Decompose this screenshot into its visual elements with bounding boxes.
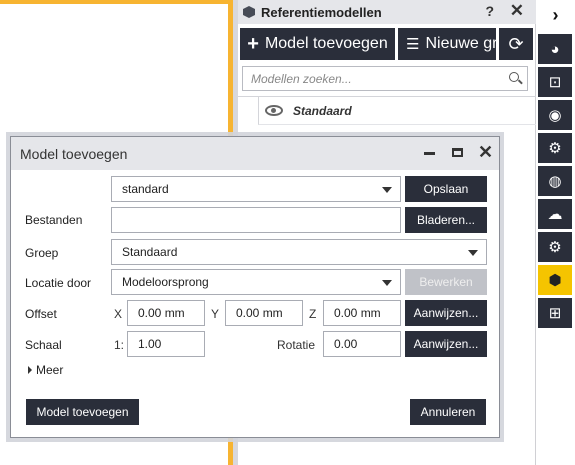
close-panel-icon[interactable]: ✕ bbox=[510, 1, 524, 21]
reference-model-cube-icon bbox=[243, 6, 255, 18]
chevron-down-icon bbox=[468, 250, 478, 256]
plus-icon: + bbox=[247, 32, 259, 55]
dialog-title: Model toevoegen bbox=[20, 146, 128, 162]
close-dialog-icon[interactable]: ✕ bbox=[478, 142, 493, 163]
toolbar-visibility-button[interactable]: ◉ bbox=[538, 100, 572, 130]
new-group-button[interactable]: ☰ Nieuwe gr bbox=[398, 28, 496, 60]
files-input[interactable] bbox=[111, 207, 401, 233]
browse-button[interactable]: Bladeren... bbox=[405, 207, 487, 233]
scale-input[interactable]: 1.00 bbox=[127, 331, 205, 357]
help-icon[interactable]: ? bbox=[485, 3, 494, 19]
group-value: Standaard bbox=[122, 245, 178, 259]
toolbar-cloud-button[interactable]: ☁ bbox=[538, 199, 572, 229]
preset-value: standard bbox=[122, 182, 169, 196]
settings-gear-icon: ⚙ bbox=[548, 239, 562, 256]
offset-label: Offset bbox=[25, 307, 57, 321]
offset-y-value: 0.00 mm bbox=[236, 306, 283, 320]
toolbar-selection-frame-button[interactable]: ⊡ bbox=[538, 67, 572, 97]
add-model-button[interactable]: + Model toevoegen bbox=[240, 28, 395, 60]
group-label: Groep bbox=[25, 246, 59, 260]
toolbar-globe-button[interactable]: ◍ bbox=[538, 166, 572, 196]
location-select[interactable]: Modeloorsprong bbox=[111, 269, 401, 295]
model-group-name: Standaard bbox=[293, 103, 352, 118]
paint-palette-icon: ◕ bbox=[550, 40, 560, 58]
more-options-toggle[interactable]: Meer bbox=[28, 363, 63, 377]
right-toolbar: › ◕ ⊡ ◉ ⚙ ◍ ☁ ⚙ ⬢ ⊞ bbox=[536, 0, 575, 465]
add-model-dialog: Model toevoegen ✕ standard Opslaan Besta… bbox=[10, 136, 500, 438]
toolbar-reference-models-button[interactable]: ⬢ bbox=[538, 265, 572, 295]
offset-x-label: X bbox=[114, 307, 123, 321]
add-component-icon: ⊞ bbox=[548, 305, 562, 322]
chevron-down-icon bbox=[382, 280, 392, 286]
files-label: Bestanden bbox=[25, 213, 83, 227]
model-search-input[interactable] bbox=[243, 67, 498, 90]
chevron-right-icon bbox=[28, 366, 32, 374]
panel-title: Referentiemodellen bbox=[261, 4, 382, 20]
rotation-label: Rotatie bbox=[277, 338, 316, 352]
globe-icon: ◍ bbox=[548, 173, 562, 190]
more-label: Meer bbox=[36, 363, 64, 377]
toolbar-settings-button[interactable]: ⚙ bbox=[538, 232, 572, 262]
preset-select[interactable]: standard bbox=[111, 176, 401, 202]
offset-x-input[interactable]: 0.00 mm bbox=[127, 300, 205, 326]
offset-z-input[interactable]: 0.00 mm bbox=[323, 300, 401, 326]
dialog-title-bar[interactable]: Model toevoegen ✕ bbox=[11, 137, 499, 170]
minimize-icon[interactable] bbox=[424, 152, 435, 155]
viewport-selection-border bbox=[0, 0, 230, 4]
cancel-button[interactable]: Annuleren bbox=[410, 399, 486, 425]
list-icon: ☰ bbox=[406, 36, 420, 53]
model-search-box bbox=[242, 66, 528, 91]
scale-value: 1.00 bbox=[138, 337, 162, 351]
refresh-button[interactable]: ⟳ bbox=[499, 28, 533, 60]
group-select[interactable]: Standaard bbox=[111, 239, 487, 265]
pick-offset-button[interactable]: Aanwijzen... bbox=[405, 300, 487, 326]
offset-z-value: 0.00 mm bbox=[334, 306, 381, 320]
refresh-icon: ⟳ bbox=[508, 33, 524, 54]
chevron-right-icon[interactable]: › bbox=[536, 0, 575, 30]
location-label: Locatie door bbox=[25, 276, 92, 290]
add-model-label: Model toevoegen bbox=[264, 35, 388, 52]
scale-label: Schaal bbox=[25, 338, 62, 352]
selection-frame-icon: ⊡ bbox=[548, 74, 562, 91]
toolbar-paint-palette-button[interactable]: ◕ bbox=[538, 34, 572, 64]
panel-header: Referentiemodellen ? ✕ bbox=[238, 0, 536, 24]
toolbar-gear-help-button[interactable]: ⚙ bbox=[538, 133, 572, 163]
rotation-value: 0.00 bbox=[334, 337, 358, 351]
visibility-eye-icon[interactable] bbox=[265, 105, 283, 116]
cloud-icon: ☁ bbox=[547, 206, 563, 223]
offset-y-input[interactable]: 0.00 mm bbox=[225, 300, 303, 326]
offset-z-label: Z bbox=[309, 307, 317, 321]
gear-help-icon: ⚙ bbox=[548, 140, 562, 157]
maximize-icon[interactable] bbox=[452, 148, 463, 157]
chevron-down-icon bbox=[382, 187, 392, 193]
scale-prefix: 1: bbox=[114, 338, 125, 352]
add-model-submit-button[interactable]: Model toevoegen bbox=[26, 399, 139, 425]
rotation-input[interactable]: 0.00 bbox=[323, 331, 401, 357]
toolbar-add-component-button[interactable]: ⊞ bbox=[538, 298, 572, 328]
search-icon[interactable] bbox=[509, 72, 519, 82]
edit-location-button[interactable]: Bewerken bbox=[405, 269, 487, 295]
pick-rotation-button[interactable]: Aanwijzen... bbox=[405, 331, 487, 357]
save-preset-button[interactable]: Opslaan bbox=[405, 176, 487, 202]
model-group-item[interactable]: Standaard bbox=[258, 97, 536, 125]
new-group-label: Nieuwe gr bbox=[425, 35, 496, 52]
offset-y-label: Y bbox=[211, 307, 220, 321]
location-value: Modeloorsprong bbox=[122, 275, 209, 289]
reference-model-cube-icon: ⬢ bbox=[548, 272, 562, 289]
eye-icon: ◉ bbox=[548, 107, 562, 124]
offset-x-value: 0.00 mm bbox=[138, 306, 185, 320]
